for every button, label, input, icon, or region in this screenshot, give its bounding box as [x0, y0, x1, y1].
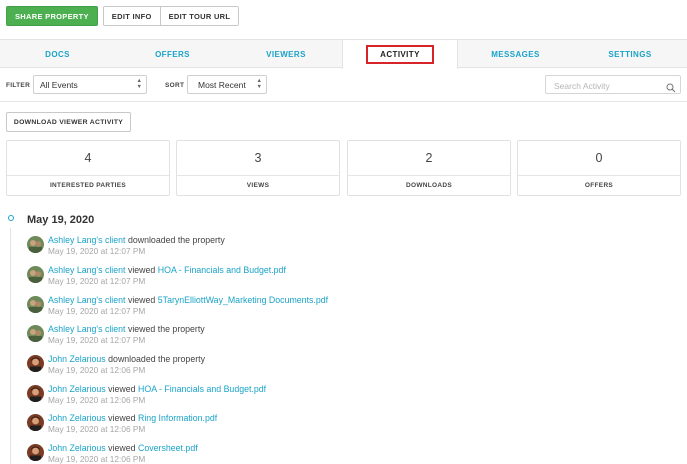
stat-card-interested-parties: 4 INTERESTED PARTIES	[6, 140, 170, 196]
activity-timestamp: May 19, 2020 at 12:07 PM	[48, 276, 146, 286]
stat-card-views: 3 VIEWS	[176, 140, 340, 196]
toolbar: SHARE PROPERTY EDIT INFO EDIT TOUR URL	[6, 6, 240, 26]
actor-link[interactable]: Ashley Lang's client	[48, 324, 125, 334]
actor-link[interactable]: John Zelarious	[48, 354, 106, 364]
action-text: downloaded the property	[127, 235, 225, 245]
avatar-ashley-icon	[27, 266, 44, 283]
activity-description: Ashley Lang's client viewed 5TarynElliot…	[48, 295, 328, 305]
document-link[interactable]: HOA - Financials and Budget.pdf	[138, 384, 266, 394]
document-link[interactable]: Ring Information.pdf	[138, 413, 217, 423]
activity-timestamp: May 19, 2020 at 12:06 PM	[48, 395, 146, 405]
share-property-button[interactable]: SHARE PROPERTY	[6, 6, 98, 26]
activity-description: John Zelarious viewed Ring Information.p…	[48, 413, 217, 423]
stat-value: 0	[595, 151, 603, 165]
activity-description: Ashley Lang's client viewed HOA - Financ…	[48, 265, 286, 275]
activity-timestamp: May 19, 2020 at 12:07 PM	[48, 335, 146, 345]
actor-link[interactable]: John Zelarious	[48, 384, 106, 394]
filter-select[interactable]: All Events ▲ ▼	[33, 75, 147, 94]
action-text: viewed	[108, 384, 136, 394]
stat-label: INTERESTED PARTIES	[7, 175, 169, 195]
action-text: viewed	[127, 295, 156, 305]
stat-card-downloads: 2 DOWNLOADS	[347, 140, 511, 196]
activity-description: Ashley Lang's client viewed the property	[48, 324, 205, 334]
activity-timestamp: May 19, 2020 at 12:06 PM	[48, 454, 146, 464]
search-input[interactable]	[546, 77, 661, 95]
activity-timestamp: May 19, 2020 at 12:07 PM	[48, 306, 146, 316]
document-link[interactable]: 5TarynElliottWay_Marketing Documents.pdf	[158, 295, 328, 305]
tab-settings[interactable]: SETTINGS	[573, 40, 687, 68]
avatar-john-icon	[27, 355, 44, 372]
search-icon[interactable]	[666, 80, 676, 98]
actor-link[interactable]: Ashley Lang's client	[48, 295, 125, 305]
tab-bar: DOCS OFFERS VIEWERS ACTIVITY MESSAGES SE…	[0, 39, 687, 69]
document-link[interactable]: HOA - Financials and Budget.pdf	[158, 265, 286, 275]
tab-activity[interactable]: ACTIVITY	[342, 40, 458, 69]
select-arrows-icon: ▲ ▼	[136, 78, 142, 90]
avatar-ashley-icon	[27, 325, 44, 342]
search-box	[545, 75, 681, 95]
tab-docs[interactable]: DOCS	[0, 40, 115, 68]
document-link[interactable]: Coversheet.pdf	[138, 443, 198, 453]
activity-timestamp: May 19, 2020 at 12:07 PM	[48, 246, 146, 256]
avatar-john-icon	[27, 444, 44, 461]
sort-select-value: Most Recent	[198, 79, 246, 90]
actor-link[interactable]: John Zelarious	[48, 443, 106, 453]
stat-value: 2	[425, 151, 433, 165]
action-text: viewed the property	[127, 324, 205, 334]
timeline-dot-icon	[8, 215, 14, 221]
actor-link[interactable]: John Zelarious	[48, 413, 106, 423]
sort-select[interactable]: Most Recent ▲ ▼	[187, 75, 267, 94]
stat-card-offers: 0 OFFERS	[517, 140, 681, 196]
download-viewer-activity-button[interactable]: DOWNLOAD VIEWER ACTIVITY	[6, 112, 131, 132]
sort-label: SORT	[165, 82, 185, 89]
timeline-date: May 19, 2020	[27, 214, 95, 226]
timeline-line	[10, 228, 11, 464]
activity-description: John Zelarious downloaded the property	[48, 354, 205, 364]
tab-activity-label: ACTIVITY	[366, 45, 434, 64]
edit-info-button[interactable]: EDIT INFO	[103, 7, 160, 25]
action-text: viewed	[108, 443, 136, 453]
filter-select-value: All Events	[40, 79, 78, 90]
activity-description: Ashley Lang's client downloaded the prop…	[48, 235, 225, 245]
action-text: viewed	[127, 265, 156, 275]
stat-label: OFFERS	[518, 175, 680, 195]
activity-timestamp: May 19, 2020 at 12:06 PM	[48, 365, 146, 375]
tab-messages[interactable]: MESSAGES	[458, 40, 573, 68]
stat-value: 3	[254, 151, 262, 165]
select-arrows-icon: ▲ ▼	[256, 78, 262, 90]
stat-value: 4	[84, 151, 92, 165]
edit-tour-url-button[interactable]: EDIT TOUR URL	[159, 7, 239, 25]
avatar-john-icon	[27, 385, 44, 402]
action-text: downloaded the property	[108, 354, 205, 364]
activity-description: John Zelarious viewed Coversheet.pdf	[48, 443, 198, 453]
avatar-ashley-icon	[27, 236, 44, 253]
actor-link[interactable]: Ashley Lang's client	[48, 235, 125, 245]
actor-link[interactable]: Ashley Lang's client	[48, 265, 125, 275]
stat-label: VIEWS	[177, 175, 339, 195]
edit-button-group: EDIT INFO EDIT TOUR URL	[102, 6, 240, 26]
activity-description: John Zelarious viewed HOA - Financials a…	[48, 384, 266, 394]
stat-label: DOWNLOADS	[348, 175, 510, 195]
tab-offers[interactable]: OFFERS	[115, 40, 230, 68]
action-text: viewed	[108, 413, 136, 423]
activity-timestamp: May 19, 2020 at 12:06 PM	[48, 424, 146, 434]
tab-viewers[interactable]: VIEWERS	[230, 40, 342, 68]
avatar-john-icon	[27, 414, 44, 431]
avatar-ashley-icon	[27, 296, 44, 313]
filter-label: FILTER	[6, 82, 31, 89]
